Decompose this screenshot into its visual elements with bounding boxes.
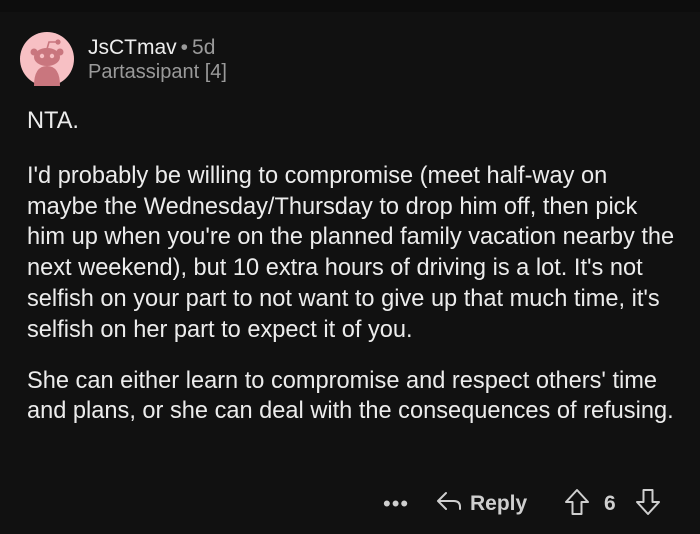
more-options-button[interactable]: •••	[383, 491, 409, 517]
user-flair: Partassipant [4]	[88, 61, 227, 83]
author-name[interactable]: JsCTmav	[88, 36, 177, 59]
comment-header: JsCTmav • 5d	[88, 36, 215, 60]
comment-paragraph: She can either learn to compromise and r…	[27, 367, 674, 425]
reply-arrow-icon	[436, 490, 470, 518]
upvote-arrow-icon[interactable]	[563, 487, 591, 523]
header-separator: •	[180, 36, 189, 59]
comment-paragraph: NTA.	[27, 108, 79, 134]
snoo-avatar-icon[interactable]	[20, 32, 74, 86]
comment-age: 5d	[192, 36, 216, 59]
comment-body: NTA. I'd probably be willing to compromi…	[27, 106, 677, 427]
top-divider	[0, 0, 700, 12]
reply-label: Reply	[470, 492, 528, 515]
reply-button[interactable]: Reply	[436, 488, 527, 520]
comment-card: JsCTmav • 5d Partassipant [4] NTA. I'd pro…	[0, 12, 700, 534]
comment-action-bar: ••• Reply 6	[0, 485, 700, 525]
downvote-arrow-icon[interactable]	[634, 487, 662, 523]
vote-score: 6	[604, 492, 616, 515]
comment-paragraph: I'd probably be willing to compromise (m…	[27, 162, 675, 343]
